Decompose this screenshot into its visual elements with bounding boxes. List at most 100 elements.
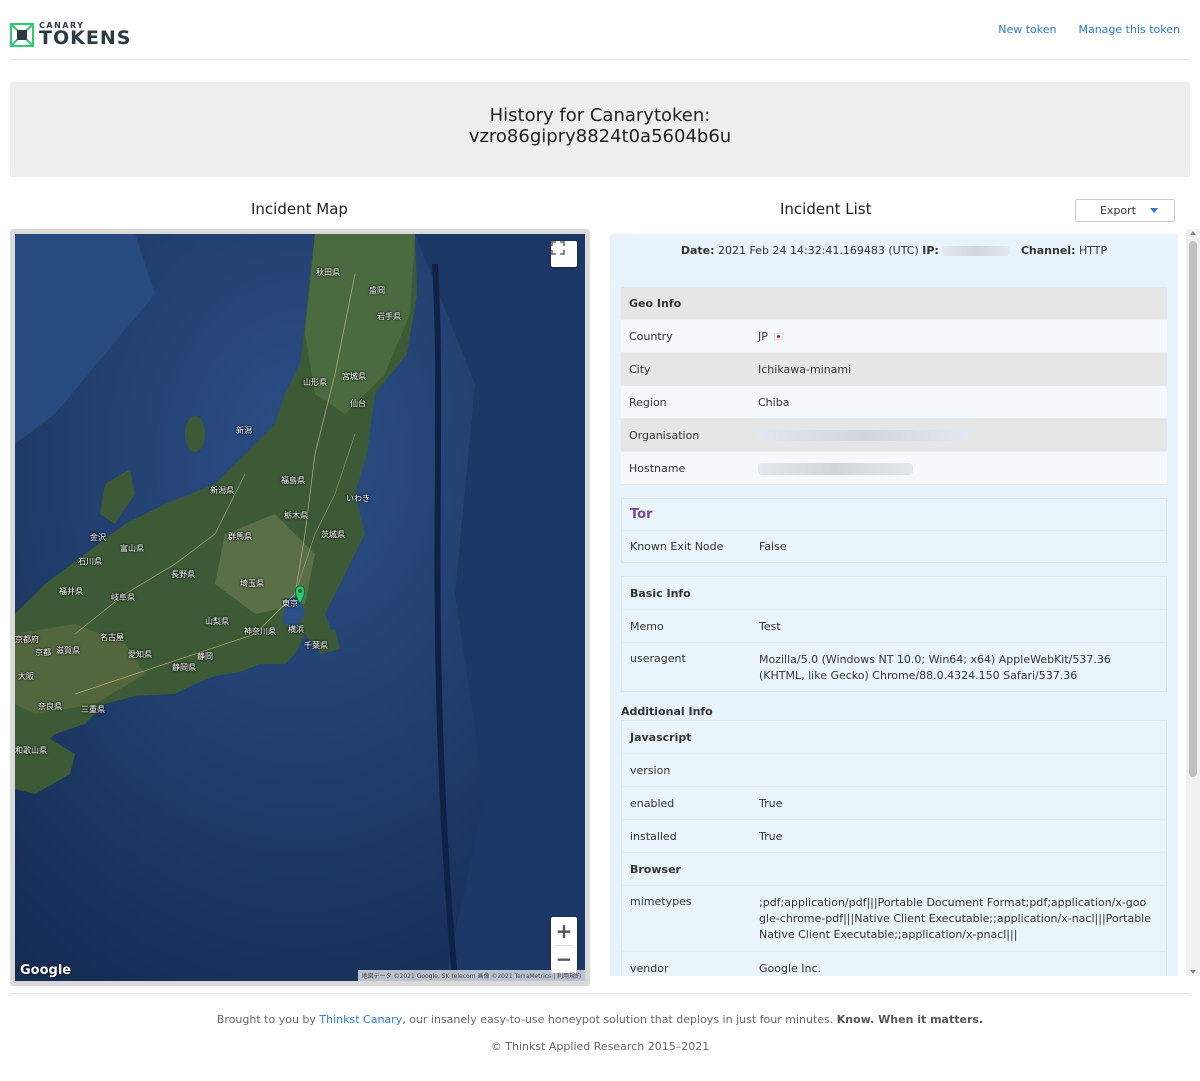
table-row: City Ichikawa-minami [621,353,1167,386]
page-title-line1: History for Canarytoken: [489,105,711,126]
map-city-label: 埼玉県 [240,579,264,588]
mimetypes-value: ;pdf;application/pdf|||Portable Document… [759,896,1151,941]
installed-value: True [759,829,783,843]
city-key: City [629,362,651,376]
memo-key: Memo [630,619,664,633]
organisation-redacted [758,430,968,441]
export-dropdown[interactable]: Export [1075,199,1175,222]
map-city-label: 静岡県 [172,663,196,672]
zoom-in-button[interactable]: + [551,917,577,945]
map-city-label: 滋賀県 [56,646,80,655]
incident-meta: Date: 2021 Feb 24 14:32:41.169483 (UTC) … [610,244,1178,257]
map-city-label: 福島県 [281,476,305,485]
ip-redacted [942,246,1011,256]
map-city-label: 栃木県 [284,511,308,520]
mimetypes-key: mimetypes [630,895,692,908]
table-row: vendor Google Inc. [622,952,1166,976]
map-city-label: いわき [346,494,370,503]
map-city-label: 山梨県 [205,617,229,626]
fullscreen-button[interactable] [551,241,577,267]
google-logo: Google [20,963,72,978]
zoom-control: + − [551,917,577,973]
page-title: History for Canarytoken: vzro86gipry8824… [10,105,1190,147]
manage-token-link[interactable]: Manage this token [1078,23,1180,36]
incident-list-panel: Date: 2021 Feb 24 14:32:41.169483 (UTC) … [610,234,1178,976]
logo-big-text: TOKENS [39,27,132,49]
zoom-out-button[interactable]: − [551,946,577,974]
channel-value: HTTP [1078,244,1108,257]
footer-copyright: © Thinkst Applied Research 2015–2021 [490,1040,710,1053]
country-key: Country [629,329,673,343]
country-value: JP [758,329,768,343]
incident-map[interactable]: 秋田県 盛岡 岩手県 山形県 宮城県 仙台 新潟 福島県 新潟県 栃木県 いわき… [15,234,585,981]
table-row: Hostname [621,452,1167,485]
memo-value: Test [759,619,781,633]
enabled-value: True [759,796,783,810]
table-row: Organisation [621,419,1167,452]
map-city-label: 神奈川県 [244,627,276,636]
map-city-label: 京都 [35,648,51,657]
region-value: Chiba [758,395,790,409]
javascript-heading-text: Javascript [630,730,692,744]
canarytokens-logo[interactable]: CANARY TOKENS [10,22,131,48]
map-city-label: 新潟 [236,426,252,435]
header: CANARY TOKENS New token Manage this toke… [10,0,1190,60]
map-city-label: 福井県 [59,587,83,596]
scroll-up-icon[interactable] [1190,231,1196,235]
vendor-value: Google Inc. [759,961,822,975]
map-city-label: 石川県 [78,557,102,566]
map-city-label: 大阪 [18,672,34,681]
basic-info-heading-text: Basic Info [630,586,691,600]
map-attribution[interactable]: 地図データ ©2021 Google, SK telecom 画像 ©2021 … [357,970,585,981]
enabled-key: enabled [630,796,675,810]
map-city-label: 山形県 [303,378,327,387]
vendor-key: vendor [630,961,669,975]
map-city-label: 富山県 [120,544,144,553]
exit-node-key: Known Exit Node [630,540,724,553]
caret-down-icon [1150,208,1158,213]
geo-info-heading-text: Geo Info [629,296,682,310]
map-city-label: 仙台 [350,399,366,408]
scrollbar-thumb[interactable] [1189,241,1197,777]
channel-label: Channel: [1020,244,1076,257]
incident-map-frame: 秋田県 盛岡 岩手県 山形県 宮城県 仙台 新潟 福島県 新潟県 栃木県 いわき… [10,229,590,986]
map-city-label: 三重県 [81,705,105,714]
map-city-label: 岐阜県 [111,593,135,602]
table-row: Known Exit Node False [622,531,1166,562]
table-row: version [622,754,1166,787]
new-token-link[interactable]: New token [998,23,1056,36]
fullscreen-icon [551,241,565,255]
incident-list-scrollbar[interactable] [1186,229,1200,976]
map-city-label: 静岡 [197,652,213,661]
region-key: Region [629,395,667,409]
map-city-label: 岩手県 [377,312,401,321]
table-row: mimetypes ;pdf;application/pdf|||Portabl… [622,886,1166,952]
version-key: version [630,763,671,777]
footer-mid-text: , our insanely easy-to-use honeypot solu… [402,1013,837,1026]
map-city-label: 金沢 [90,533,106,542]
export-label: Export [1099,204,1136,217]
tor-heading: Tor [622,499,1166,531]
scroll-down-icon[interactable] [1190,970,1196,974]
incident-list-title: Incident List [780,200,872,218]
map-city-label: 新潟県 [210,486,234,495]
map-city-label: 東京 [282,599,298,608]
city-value: Ichikawa-minami [758,362,852,376]
map-city-label: 横浜 [288,625,304,634]
table-row: Memo Test [622,610,1166,643]
table-row: useragent Mozilla/5.0 (Windows NT 10.0; … [622,643,1166,691]
browser-heading-text: Browser [630,862,681,876]
map-city-label: 茨城県 [321,530,345,539]
additional-info-table: Javascript version enabled True installe… [621,720,1167,976]
map-city-label: 宮城県 [342,372,366,381]
useragent-value: Mozilla/5.0 (Windows NT 10.0; Win64; x64… [759,653,1111,682]
map-city-label: 盛岡 [369,286,385,295]
basic-info-heading: Basic Info [622,577,1166,610]
map-terrain [15,234,585,981]
installed-key: installed [630,829,677,843]
footer-pre-text: Brought to you by [216,1013,320,1026]
date-label: Date: [680,244,715,257]
thinkst-canary-link[interactable]: Thinkst Canary [319,1013,402,1026]
ip-label: IP: [922,244,939,257]
top-nav: New token Manage this token [998,23,1180,36]
